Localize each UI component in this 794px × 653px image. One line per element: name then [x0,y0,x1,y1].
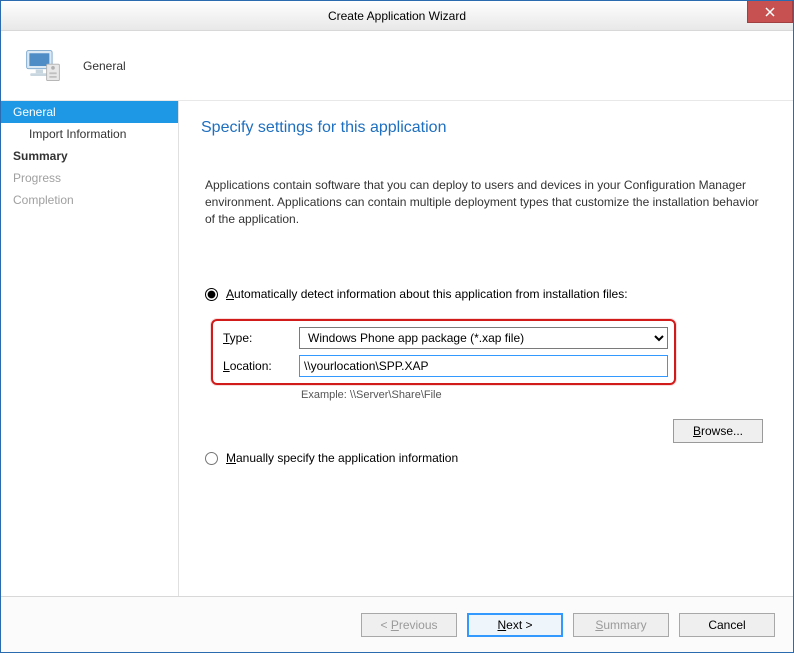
description-text: Applications contain software that you c… [201,177,765,227]
auto-detect-radio[interactable] [205,288,218,301]
location-label: Location: [219,359,299,373]
sidebar-item-general[interactable]: General [1,101,178,123]
main-panel: Specify settings for this application Ap… [179,101,793,596]
manual-radio[interactable] [205,452,218,465]
summary-button: Summary [573,613,669,637]
window-title: Create Application Wizard [328,9,466,23]
manual-radio-row[interactable]: Manually specify the application informa… [201,451,765,465]
computer-icon [23,46,63,86]
titlebar: Create Application Wizard [1,1,793,31]
type-select[interactable]: Windows Phone app package (*.xap file) [299,327,668,349]
sidebar-item-summary[interactable]: Summary [1,145,178,167]
sidebar-item-completion: Completion [1,189,178,211]
close-icon [765,7,775,17]
highlighted-form-box: Type: Windows Phone app package (*.xap f… [211,319,676,385]
sidebar-item-import-information[interactable]: Import Information [1,123,178,145]
manual-label: Manually specify the application informa… [226,451,458,465]
header-title: General [83,59,126,73]
close-button[interactable] [747,1,793,23]
sidebar-item-progress: Progress [1,167,178,189]
body: General Import Information Summary Progr… [1,101,793,596]
browse-button[interactable]: Browse... [673,419,763,443]
wizard-window: Create Application Wizard General Genera… [0,0,794,653]
type-label: Type: [219,331,299,345]
page-title: Specify settings for this application [201,119,765,137]
cancel-button[interactable]: Cancel [679,613,775,637]
auto-detect-radio-row[interactable]: Automatically detect information about t… [201,287,765,301]
header-band: General [1,31,793,101]
auto-detect-label: Automatically detect information about t… [226,287,628,301]
sidebar: General Import Information Summary Progr… [1,101,179,596]
next-button[interactable]: Next > [467,613,563,637]
footer: < Previous Next > Summary Cancel [1,596,793,652]
location-input[interactable] [299,355,668,377]
type-row: Type: Windows Phone app package (*.xap f… [219,327,668,349]
previous-button: < Previous [361,613,457,637]
example-text: Example: \\Server\Share\File [301,389,765,401]
location-row: Location: [219,355,668,377]
